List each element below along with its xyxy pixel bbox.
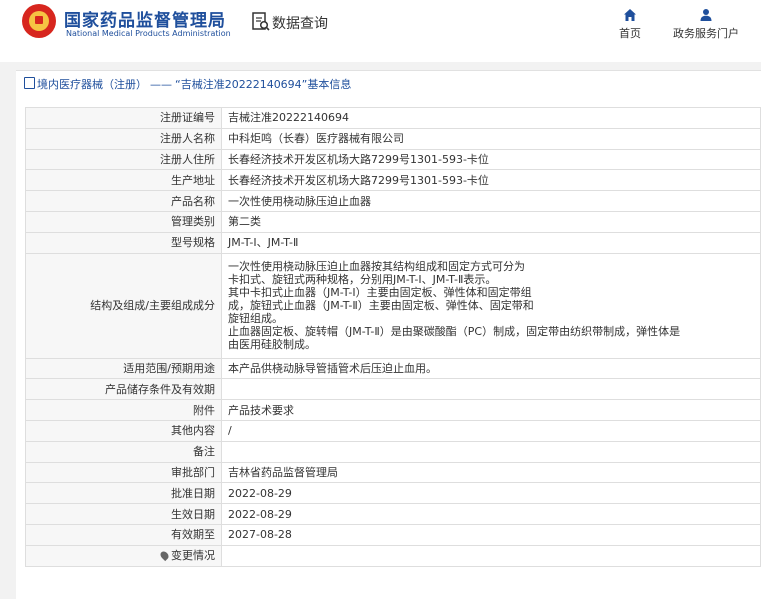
table-row: 产品储存条件及有效期 [25,378,761,401]
field-label: 注册证编号 [25,107,222,129]
table-row: 管理类别 第二类 [25,210,761,233]
field-value [221,440,761,463]
field-label: 产品储存条件及有效期 [25,378,222,401]
table-row: 型号规格 JM-T-Ⅰ、JM-T-Ⅱ [25,231,761,254]
field-value [221,544,761,567]
field-label: 批准日期 [25,482,222,505]
field-value: 吉械注准20222140694 [221,107,761,129]
document-icon [24,77,35,89]
table-row: 注册证编号 吉械注准20222140694 [25,107,761,129]
field-label: 注册人名称 [25,127,222,150]
breadcrumb-title: “吉械注准20222140694”基本信息 [175,78,352,91]
site-title[interactable]: 国家药品监督管理局 [64,6,226,31]
text-line: 由医用硅胶制成。 [228,338,316,352]
table-row: 附件 产品技术要求 [25,399,761,421]
field-label: 结构及组成/主要组成成分 [25,252,222,359]
field-value: 2027-08-28 [221,523,761,546]
text-line: 一次性使用桡动脉压迫止血器按其结构组成和固定方式可分为 [228,260,525,274]
field-value: 长春经济技术开发区机场大路7299号1301-593-卡位 [221,169,761,192]
field-label: 其他内容 [25,419,222,442]
field-label: 产品名称 [25,190,222,212]
nav-home[interactable]: 首页 [612,8,648,41]
home-icon [624,9,636,21]
nav-home-label: 首页 [619,27,641,40]
field-label: 有效期至 [25,523,222,546]
field-value: 产品技术要求 [221,399,761,421]
site-header: 国家药品监督管理局 National Medical Products Admi… [0,0,761,62]
table-row: 其他内容 / [25,419,761,442]
field-label: 变更情况 [25,544,222,567]
text-line: 卡扣式、旋钮式两种规格，分别用JM-T-Ⅰ、JM-T-Ⅱ表示。 [228,273,497,287]
field-value: 本产品供桡动脉导管插管术后压迫止血用。 [221,357,761,380]
site-title-english: National Medical Products Administration [66,29,231,38]
detail-panel: 境内医疗器械（注册） —— “吉械注准20222140694”基本信息 注册证编号吉… [16,70,761,599]
table-row: 变更情况 [25,544,761,567]
table-row: 生产地址 长春经济技术开发区机场大路7299号1301-593-卡位 [25,169,761,192]
field-value: 中科炬鸣（长春）医疗器械有限公司 [221,127,761,150]
field-value: 第二类 [221,210,761,233]
national-emblem-logo [22,4,56,38]
text-line: 其中卡扣式止血器（JM-T-Ⅰ）主要由固定板、弹性体和固定带组 [228,286,532,300]
table-row: 注册人住所 长春经济技术开发区机场大路7299号1301-593-卡位 [25,148,761,171]
field-value-multiline: 一次性使用桡动脉压迫止血器按其结构组成和固定方式可分为 卡扣式、旋钮式两种规格，… [221,252,761,359]
text-line: 止血器固定板、旋转帽（JM-T-Ⅱ）是由聚碳酸酯（PC）制成，固定带由纺织带制成… [228,325,681,339]
field-label: 生产地址 [25,169,222,192]
field-value: / [221,419,761,442]
field-label: 型号规格 [25,231,222,254]
table-row: 审批部门 吉林省药品监督管理局 [25,461,761,484]
breadcrumb: 境内医疗器械（注册） —— “吉械注准20222140694”基本信息 [24,71,351,99]
breadcrumb-category[interactable]: 境内医疗器械（注册） [37,78,147,91]
text-line: 成，旋钮式止血器（JM-T-Ⅱ）主要由固定板、弹性体、固定带和 [228,299,534,313]
field-label: 适用范围/预期用途 [25,357,222,380]
data-query-icon [252,12,270,31]
table-row: 生效日期 2022-08-29 [25,503,761,525]
field-value: 一次性使用桡动脉压迫止血器 [221,190,761,212]
data-query-title: 数据查询 [272,16,328,32]
field-value: JM-T-Ⅰ、JM-T-Ⅱ [221,231,761,254]
field-value: 2022-08-29 [221,503,761,525]
field-value [221,378,761,401]
table-row: 适用范围/预期用途 本产品供桡动脉导管插管术后压迫止血用。 [25,357,761,380]
text-line: 旋钮组成。 [228,312,283,326]
field-label: 管理类别 [25,210,222,233]
field-label: 注册人住所 [25,148,222,171]
nav-service-portal[interactable]: 政务服务门户 [668,8,744,41]
user-icon [700,9,712,21]
location-pin-icon [158,549,171,562]
field-value: 长春经济技术开发区机场大路7299号1301-593-卡位 [221,148,761,171]
table-row: 注册人名称 中科炬鸣（长春）医疗器械有限公司 [25,127,761,150]
table-row: 产品名称 一次性使用桡动脉压迫止血器 [25,190,761,212]
basic-info-table: 注册证编号 吉械注准20222140694 注册人名称 中科炬鸣（长春）医疗器械有限… [25,107,761,567]
table-row: 批准日期 2022-08-29 [25,482,761,505]
field-label: 审批部门 [25,461,222,484]
field-value: 吉林省药品监督管理局 [221,461,761,484]
table-row: 结构及组成/主要组成成分 一次性使用桡动脉压迫止血器按其结构组成和固定方式可分为… [25,252,761,359]
nav-service-portal-label: 政务服务门户 [673,27,739,40]
breadcrumb-separator: —— [150,78,172,91]
field-label: 生效日期 [25,503,222,525]
field-label: 附件 [25,399,222,421]
field-value: 2022-08-29 [221,482,761,505]
table-row: 备注 [25,440,761,463]
field-label-text: 变更情况 [171,549,215,563]
table-row: 有效期至 2027-08-28 [25,523,761,546]
field-label: 备注 [25,440,222,463]
